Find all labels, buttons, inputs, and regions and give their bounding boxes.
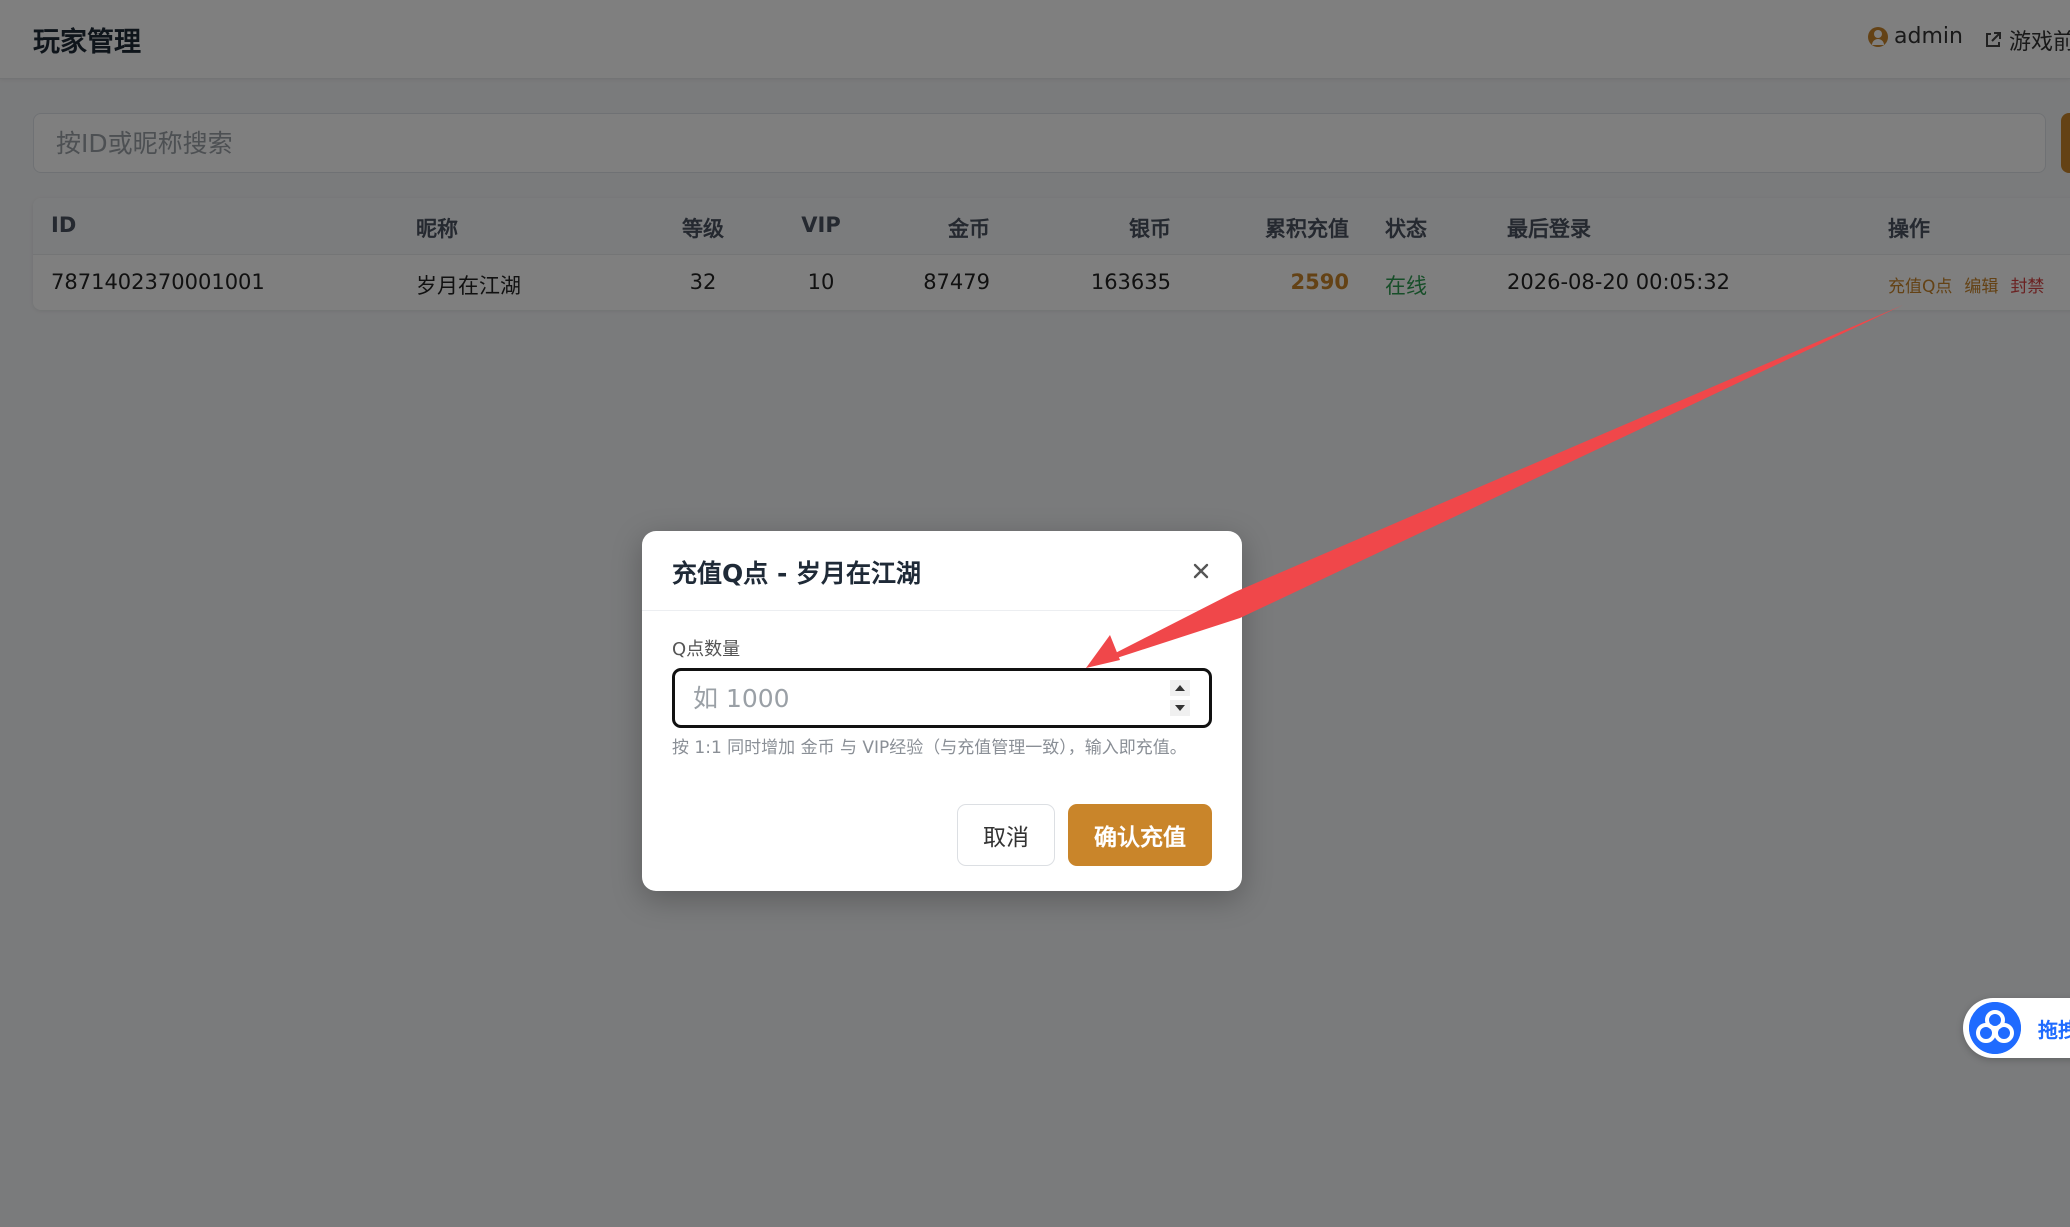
close-icon [1193,563,1209,579]
page: 玩家管理 admin 游戏前 ID 昵称 等级 VIP 金币 银币 累积充值 状… [0,0,2070,1227]
drag-widget[interactable]: 拖拽 [1963,998,2070,1058]
chevron-up-icon [1175,685,1185,691]
field-label: Q点数量 [672,639,741,660]
cloud-widget-icon [1969,1002,2021,1054]
dialog-header: 充值Q点 - 岁月在江湖 [642,531,1242,611]
field-hint: 按 1:1 同时增加 金币 与 VIP经验（与充值管理一致），输入即充值。 [672,738,1187,758]
q-points-input[interactable] [672,668,1212,728]
cancel-button[interactable]: 取消 [957,804,1055,866]
drag-widget-label: 拖拽 [2038,1018,2070,1042]
confirm-recharge-button[interactable]: 确认充值 [1068,804,1212,866]
dialog-title: 充值Q点 - 岁月在江湖 [672,559,922,588]
decrement-button[interactable] [1170,700,1190,716]
quantity-stepper[interactable] [1169,680,1191,716]
close-button[interactable] [1183,553,1219,589]
chevron-down-icon [1175,705,1185,711]
increment-button[interactable] [1170,680,1190,696]
recharge-dialog: 充值Q点 - 岁月在江湖 Q点数量 按 1:1 同时增加 金币 与 VIP经验（… [642,531,1242,891]
